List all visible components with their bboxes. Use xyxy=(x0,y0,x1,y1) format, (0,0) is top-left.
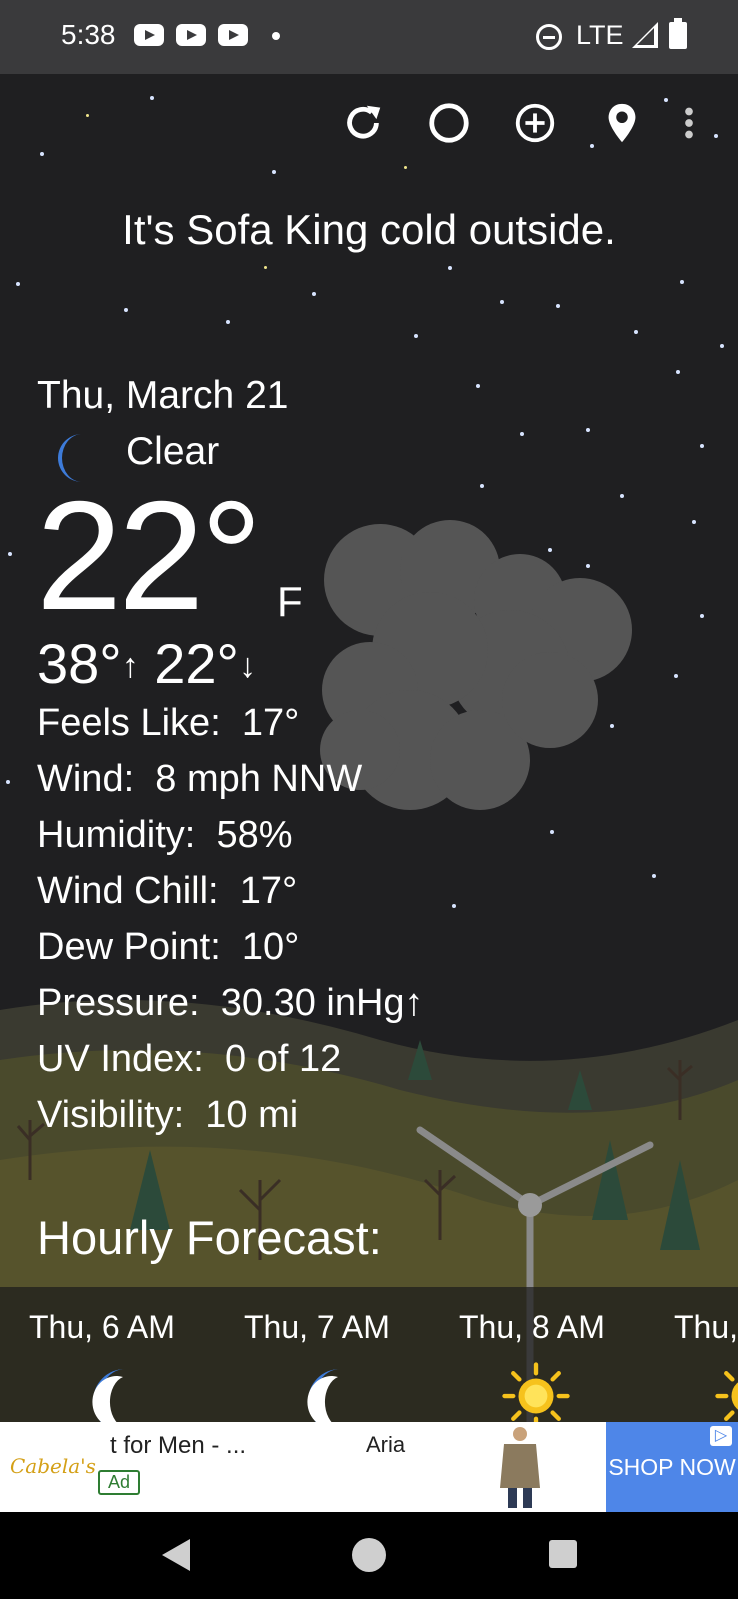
detail-pressure: Pressure: 30.30 inHg↑ xyxy=(37,982,424,1024)
high-low-temperature: 38°↑ 22°↓ xyxy=(37,636,256,692)
location-button[interactable] xyxy=(597,98,647,148)
ad-brand-logo: Cabela's xyxy=(10,1454,96,1478)
detail-wind: Wind: 8 mph NNW xyxy=(37,758,363,800)
high-temperature: 38° xyxy=(37,632,122,695)
hourly-time: Thu, 7 AM xyxy=(244,1309,390,1345)
ad-subtext: Aria xyxy=(366,1432,406,1457)
down-arrow-icon: ↓ xyxy=(238,647,256,685)
current-condition: Clear xyxy=(126,430,220,473)
hourly-time: Thu, 8 AM xyxy=(459,1309,605,1345)
ad-choices-icon[interactable]: ▷ xyxy=(710,1426,732,1446)
back-icon[interactable] xyxy=(162,1539,190,1571)
home-icon[interactable] xyxy=(352,1538,386,1572)
hourly-time: Thu, xyxy=(674,1309,738,1345)
overflow-menu-button[interactable] xyxy=(674,98,704,148)
do-not-disturb-icon xyxy=(536,24,562,50)
youtube-notification-icon xyxy=(176,24,206,46)
status-bar: 5:38 LTE xyxy=(0,0,738,74)
sun-icon xyxy=(502,1362,570,1430)
refresh-button[interactable] xyxy=(338,98,388,148)
weather-tagline: It's Sofa King cold outside. xyxy=(122,206,616,253)
youtube-notification-icon xyxy=(218,24,248,46)
current-temperature: 22° xyxy=(36,469,262,642)
youtube-notification-icon xyxy=(134,24,164,46)
system-navigation-bar xyxy=(0,1512,738,1599)
network-type: LTE xyxy=(576,20,624,50)
detail-visibility: Visibility: 10 mi xyxy=(37,1094,299,1136)
status-time: 5:38 xyxy=(61,19,116,50)
battery-icon xyxy=(669,18,687,49)
refresh-icon xyxy=(347,105,381,139)
signal-icon xyxy=(632,22,658,48)
moon-phase-icon xyxy=(429,103,469,143)
hourly-item[interactable]: Thu, xyxy=(674,1287,738,1422)
hourly-forecast-list[interactable]: Thu, 6 AM Thu, 7 AM Thu, 8 AM Thu, xyxy=(0,1287,738,1433)
add-location-button[interactable] xyxy=(510,98,560,148)
detail-feels-like: Feels Like: 17° xyxy=(37,702,300,744)
add-location-icon xyxy=(515,103,555,143)
ad-banner[interactable]: Cabela's t for Men - ... Ad Aria SHOP NO… xyxy=(0,1422,738,1512)
detail-uv-index: UV Index: 0 of 12 xyxy=(37,1038,342,1080)
recents-icon[interactable] xyxy=(549,1540,577,1568)
sun-icon xyxy=(715,1371,738,1421)
detail-humidity: Humidity: 58% xyxy=(37,814,293,856)
ad-headline: t for Men - ... xyxy=(110,1432,247,1459)
low-temperature: 22° xyxy=(154,632,239,695)
temperature-unit: F xyxy=(277,578,303,625)
theme-button[interactable] xyxy=(424,98,474,148)
hourly-forecast-title: Hourly Forecast: xyxy=(37,1211,382,1264)
location-pin-icon xyxy=(608,103,636,143)
detail-dew-point: Dew Point: 10° xyxy=(37,926,300,968)
hourly-time: Thu, 6 AM xyxy=(29,1309,175,1345)
detail-wind-chill: Wind Chill: 17° xyxy=(37,870,298,912)
current-date: Thu, March 21 xyxy=(37,374,289,417)
up-arrow-icon: ↑ xyxy=(121,647,139,685)
ad-product-image xyxy=(500,1427,540,1508)
overflow-menu-icon xyxy=(685,107,693,139)
notification-dot-icon xyxy=(272,32,280,40)
ad-badge: Ad xyxy=(98,1470,141,1495)
